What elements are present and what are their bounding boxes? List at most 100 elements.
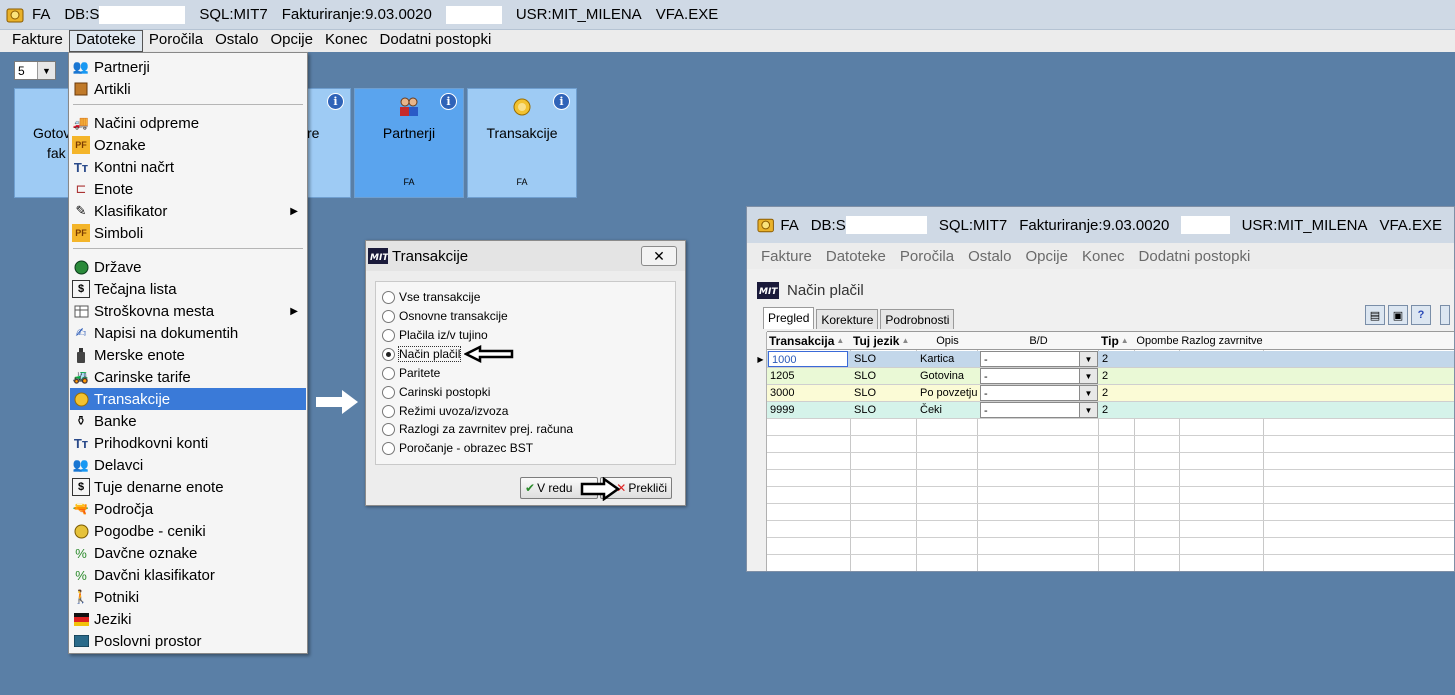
menu-opcije[interactable]: Opcije [1018,248,1075,265]
tab-korekture[interactable]: Korekture [816,309,879,329]
cell-jezik[interactable]: SLO [851,385,917,401]
cell-transakcija[interactable]: 3000 [767,385,851,401]
tab-pregled[interactable]: Pregled [763,307,815,329]
dd-item-drzave[interactable]: Države [70,256,306,278]
export-icon[interactable]: ▤ [1365,305,1385,325]
menu-opcije[interactable]: Opcije [264,30,319,52]
col-header-opis[interactable]: Opis [917,332,978,350]
col-header-tuj-jezik[interactable]: Tuj jezik ▲ [851,332,917,350]
dd-item-davcne-oznake[interactable]: % Davčne oznake [70,542,306,564]
cell-jezik[interactable]: SLO [851,402,917,418]
cell-bd-select[interactable]: - ▼ [980,368,1098,384]
radio-button[interactable] [382,441,395,455]
menu-porocila[interactable]: Poročila [143,30,209,52]
cell-transakcija[interactable]: 1205 [767,368,851,384]
menu-datoteke[interactable]: Datoteke [819,248,893,265]
menu-datoteke[interactable]: Datoteke [68,30,143,52]
radio-option[interactable]: Carinski postopki [382,383,490,401]
dd-item-carinske-tarife[interactable]: 🚜 Carinske tarife [70,366,306,388]
help-icon[interactable]: ? [1411,305,1431,325]
chevron-down-icon[interactable]: ▼ [37,62,55,79]
dd-item-simboli[interactable]: PF Simboli [70,222,306,244]
table-row[interactable]: 1205 SLO Gotovina - ▼ 2 [767,368,1454,385]
dd-item-delavci[interactable]: 👥 Delavci [70,454,306,476]
chevron-down-icon[interactable]: ▼ [1079,403,1097,417]
dd-item-tecajna-lista[interactable]: $ Tečajna lista [70,278,306,300]
cell-tip[interactable]: 2 [1099,368,1135,384]
menu-dodatni[interactable]: Dodatni postopki [1132,248,1258,265]
tab-podrobnosti[interactable]: Podrobnosti [880,309,955,329]
menu-dodatni[interactable]: Dodatni postopki [374,30,498,52]
menu-fakture[interactable]: Fakture [747,248,819,265]
chat-icon[interactable]: ▣ [1388,305,1408,325]
chevron-down-icon[interactable]: ▼ [1079,369,1097,383]
radio-option[interactable]: Režimi uvoza/izvoza [382,402,508,420]
dd-item-artikli[interactable]: Artikli [70,78,306,100]
table-row[interactable]: ▶ 1000 SLO Kartica - ▼ 2 [755,351,1454,368]
dd-item-transakcije[interactable]: Transakcije [70,388,306,410]
radio-button[interactable] [382,404,395,418]
tile-transakcije[interactable]: i Transakcije FA [467,88,577,198]
col-header-razlog[interactable]: Razlog zavrnitve [1180,332,1264,350]
dd-item-pogodbe-ceniki[interactable]: Pogodbe - ceniki [70,520,306,542]
dd-item-tuje-denarne-enote[interactable]: $ Tuje denarne enote [70,476,306,498]
radio-button[interactable] [382,422,395,436]
cell-opis[interactable]: Gotovina [917,368,978,384]
cell-bd-select[interactable]: - ▼ [980,351,1098,367]
dd-item-davcni-klasifikator[interactable]: % Davčni klasifikator [70,564,306,586]
dd-item-poslovni-prostor[interactable]: Poslovni prostor [70,630,306,652]
dd-item-prihodkovni-konti[interactable]: Tт Prihodkovni konti [70,432,306,454]
dd-item-stroskovna-mesta[interactable]: Stroškovna mesta ▶ [70,300,306,322]
dd-item-klasifikator[interactable]: ✎ Klasifikator ▶ [70,200,306,222]
cell-transakcija[interactable]: 9999 [767,402,851,418]
col-header-transakcija[interactable]: Transakcija ▲ [767,332,851,350]
cell-jezik[interactable]: SLO [851,368,917,384]
menu-konec[interactable]: Konec [319,30,374,52]
table-row[interactable]: 9999 SLO Čeki - ▼ 2 [767,402,1454,419]
chevron-down-icon[interactable]: ▼ [1079,386,1097,400]
cell-jezik[interactable]: SLO [851,351,917,367]
menu-porocila[interactable]: Poročila [893,248,961,265]
radio-option-selected[interactable]: Način plačil [382,345,514,363]
menu-fakture[interactable]: Fakture [0,30,69,52]
info-icon[interactable]: i [553,93,570,110]
table-row[interactable]: 3000 SLO Po povzetju - ▼ 2 [767,385,1454,402]
cell-opis[interactable]: Čeki [917,402,978,418]
dd-item-podrocja[interactable]: 🔫 Področja [70,498,306,520]
cell-tip[interactable]: 2 [1099,385,1135,401]
col-header-tip[interactable]: Tip ▲ [1099,332,1135,350]
radio-option[interactable]: Plačila iz/v tujino [382,326,488,344]
cell-bd-select[interactable]: - ▼ [980,385,1098,401]
radio-button[interactable] [382,328,395,342]
dd-item-merske-enote[interactable]: Merske enote [70,344,306,366]
dd-item-partnerji[interactable]: 👥 Partnerji [70,56,306,78]
radio-button[interactable] [382,347,395,361]
radio-option[interactable]: Vse transakcije [382,288,480,306]
dd-item-jeziki[interactable]: Jeziki [70,608,306,630]
menu-ostalo[interactable]: Ostalo [961,248,1018,265]
dd-item-enote[interactable]: ⊏ Enote [70,178,306,200]
col-header-bd[interactable]: B/D [978,332,1099,350]
toolbar-button[interactable] [1440,305,1450,325]
radio-button[interactable] [382,290,395,304]
dd-item-nacini-odpreme[interactable]: 🚚 Načini odpreme [70,112,306,134]
page-size-select[interactable]: 5 ▼ [14,61,56,80]
radio-option[interactable]: Razlogi za zavrnitev prej. računa [382,420,573,438]
cell-bd-select[interactable]: - ▼ [980,402,1098,418]
radio-option[interactable]: Poročanje - obrazec BST [382,439,533,457]
radio-button[interactable] [382,309,395,323]
dd-item-banke[interactable]: ⚱ Banke [70,410,306,432]
cell-transakcija[interactable]: 1000 [768,351,848,367]
dd-item-oznake[interactable]: PF Oznake [70,134,306,156]
cell-tip[interactable]: 2 [1099,351,1135,367]
cell-opis[interactable]: Po povzetju [917,385,978,401]
dd-item-napisi[interactable]: ✍ Napisi na dokumentih [70,322,306,344]
radio-button[interactable] [382,385,395,399]
info-icon[interactable]: i [327,93,344,110]
tile-partnerji[interactable]: i Partnerji FA [354,88,464,198]
dd-item-kontni-nacrt[interactable]: Tт Kontni načrt [70,156,306,178]
info-icon[interactable]: i [440,93,457,110]
radio-button[interactable] [382,366,395,380]
menu-ostalo[interactable]: Ostalo [209,30,264,52]
radio-option[interactable]: Osnovne transakcije [382,307,508,325]
